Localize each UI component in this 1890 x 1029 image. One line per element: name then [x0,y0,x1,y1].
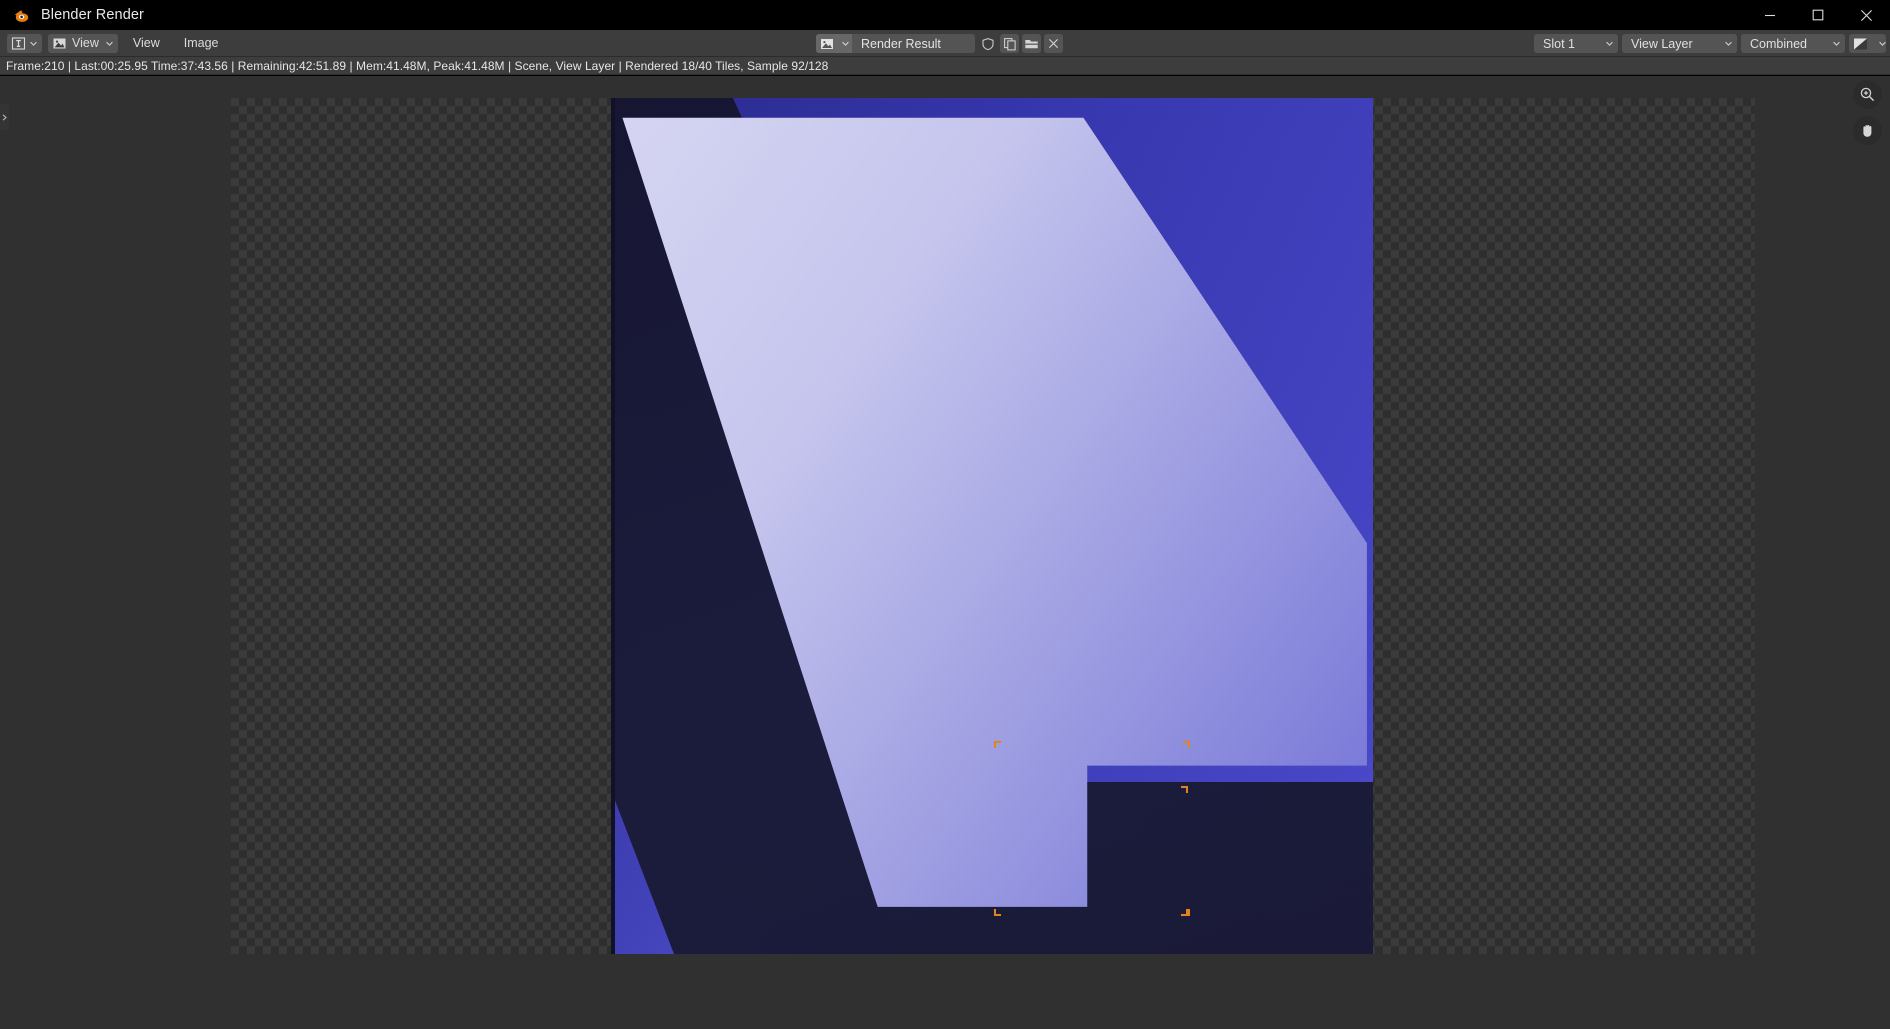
render-noise-overlay [611,98,1373,954]
menu-view[interactable]: View [124,36,169,50]
render-status-bar: Frame:210 | Last:00:25.95 Time:37:43.56 … [0,57,1890,75]
close-x-icon [1047,37,1060,50]
image-editor-icon [11,36,26,51]
editor-header: View View Image Render Result Slot 1 Vie… [0,30,1890,57]
header-right-group: Slot 1 View Layer Combined [1534,30,1886,57]
chevron-down-icon [105,39,114,48]
magnifier-plus-icon [1859,86,1876,103]
new-image-button[interactable] [1000,34,1019,53]
display-channels-selector[interactable] [1849,34,1886,53]
minimize-button[interactable] [1746,0,1794,30]
image-datablock-name[interactable]: Render Result [852,37,975,51]
render-status-text: Frame:210 | Last:00:25.95 Time:37:43.56 … [6,58,829,73]
unlink-button[interactable] [1044,34,1063,53]
menu-image[interactable]: Image [175,36,228,50]
chevron-down-icon [1832,39,1841,48]
fake-user-button[interactable] [978,34,997,53]
render-result-image[interactable] [611,98,1373,954]
maximize-button[interactable] [1794,0,1842,30]
image-datablock-group: Render Result [816,30,1063,57]
render-pass-label: Combined [1750,36,1807,51]
chevron-down-icon [1724,39,1733,48]
editor-type-selector[interactable] [7,33,42,53]
hand-icon [1859,122,1876,139]
chevron-down-icon [1605,39,1614,48]
chevron-down-icon [29,39,38,48]
image-datablock-icon [816,34,838,53]
close-icon [1860,9,1873,22]
maximize-icon [1812,9,1824,21]
open-image-button[interactable] [1022,34,1041,53]
editor-mode-selector[interactable]: View [48,33,118,53]
chevron-down-icon [838,34,852,53]
blender-logo-icon [13,7,30,24]
pan-tool[interactable] [1853,116,1882,145]
chevron-right-icon [1,113,8,122]
render-slot-label: Slot 1 [1543,36,1575,51]
editor-mode-label: View [72,36,99,50]
render-layers [611,98,1373,954]
render-slot-selector[interactable]: Slot 1 [1534,34,1618,53]
window-title-bar: Blender Render [0,0,1890,30]
image-datablock-selector[interactable]: Render Result [816,34,975,53]
chevron-down-icon [1878,39,1887,48]
folder-icon [1024,37,1039,51]
active-tile-marker [994,741,1190,916]
minimize-icon [1764,9,1776,21]
image-editor-viewport[interactable] [0,76,1890,1029]
active-tile-marker [1181,786,1188,916]
sidebar-toggle[interactable] [0,104,9,130]
copy-icon [1003,37,1017,51]
header-left-group: View View Image [0,33,228,53]
window-controls [1746,0,1890,30]
image-display-icon [1853,37,1868,51]
view-layer-selector[interactable]: View Layer [1622,34,1737,53]
render-pass-selector[interactable]: Combined [1741,34,1845,53]
close-button[interactable] [1842,0,1890,30]
image-canvas[interactable] [231,98,1755,954]
shield-icon [981,37,995,51]
zoom-tool[interactable] [1853,80,1882,109]
view-layer-label: View Layer [1631,36,1693,51]
window-title: Blender Render [41,7,144,23]
view-mode-icon [52,36,67,51]
viewport-tool-icons [1853,80,1882,145]
